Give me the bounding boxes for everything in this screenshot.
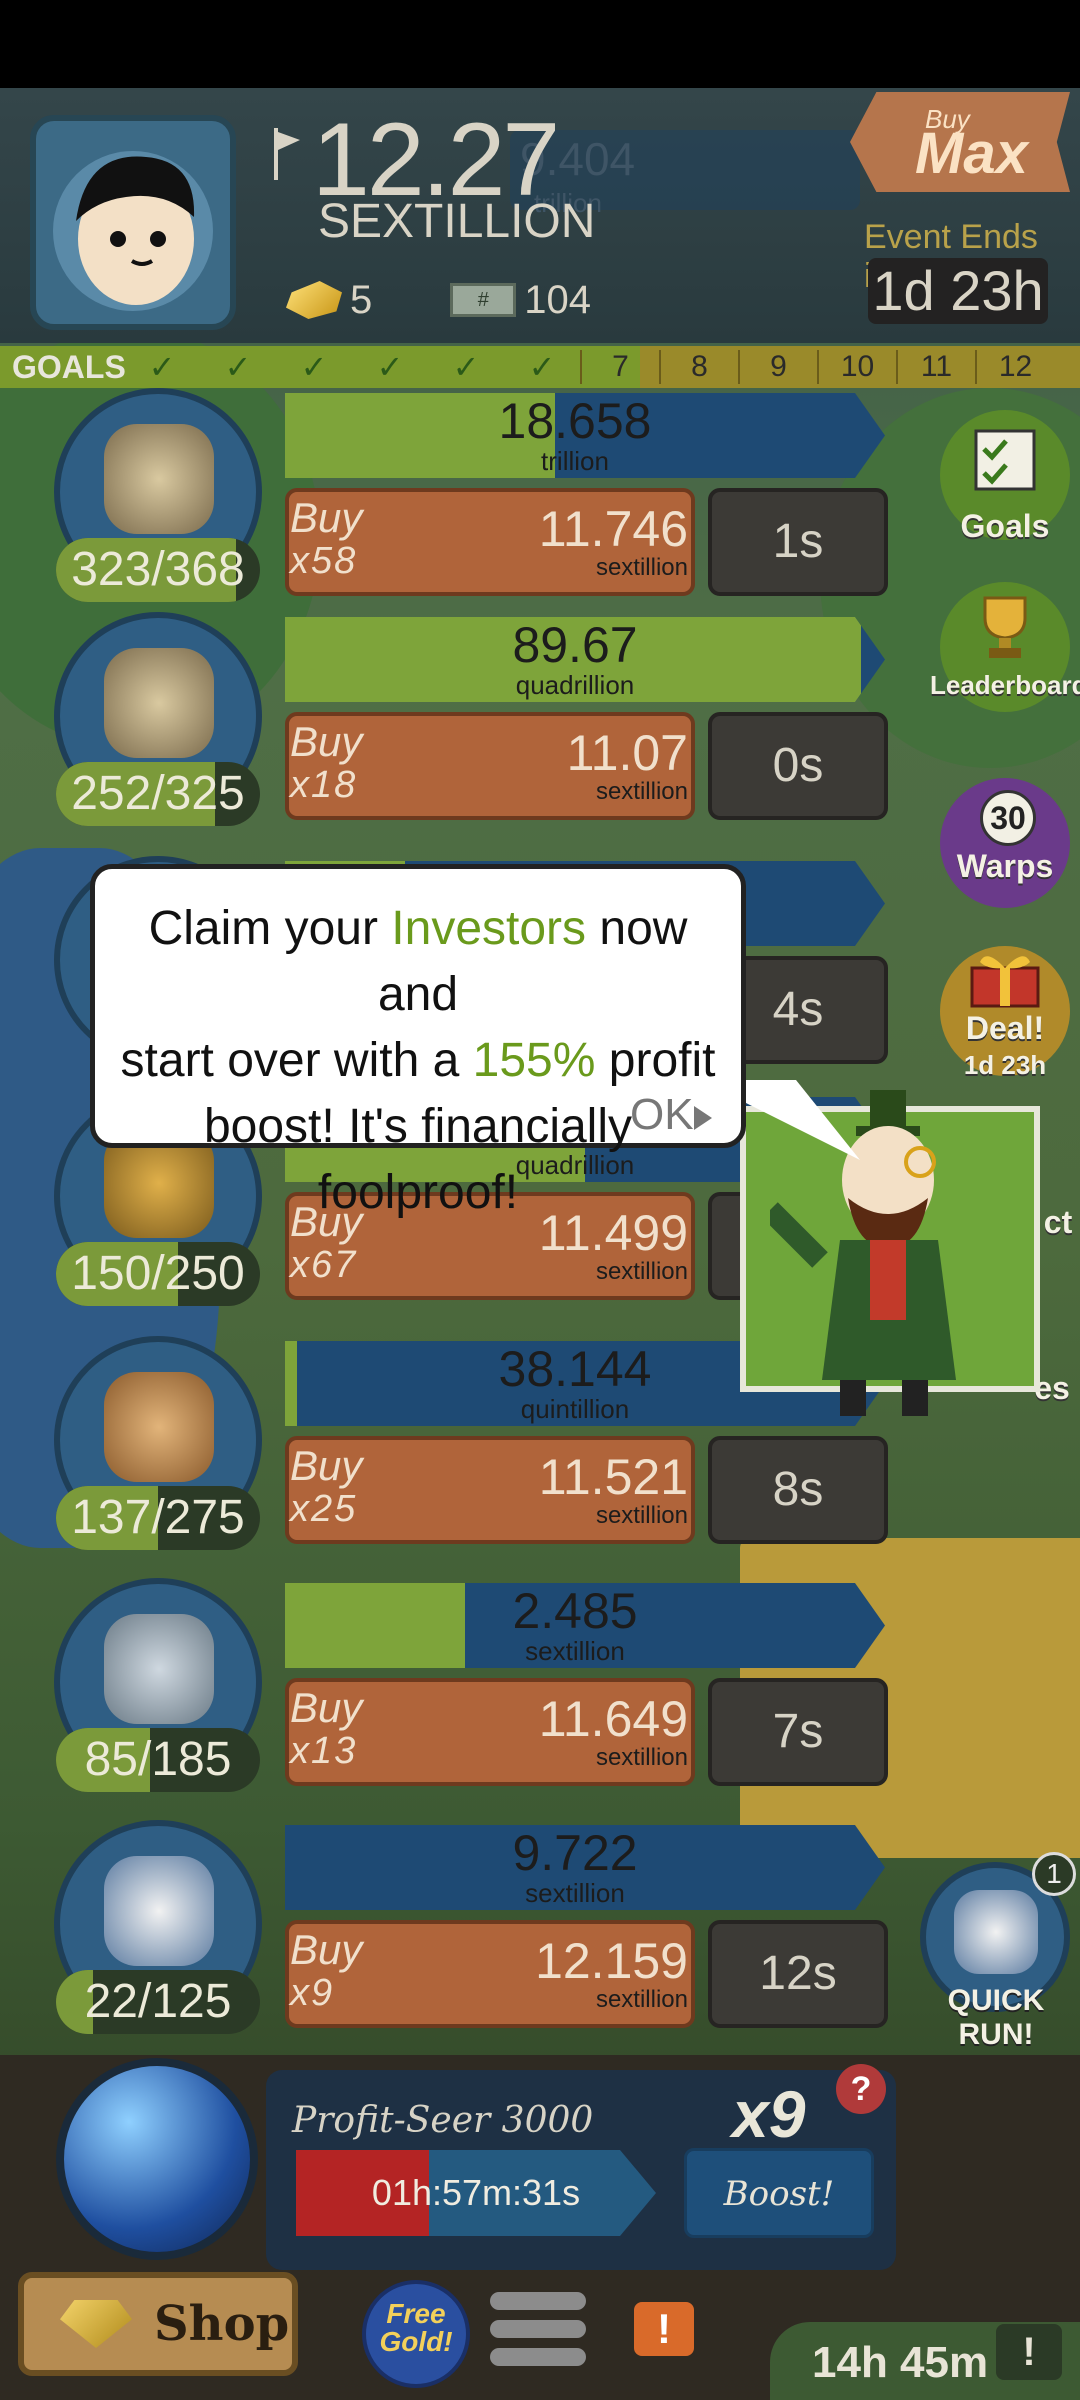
game-screen: 9.404 trillion 12.27 SEXTILLION 5 # 104 … [0, 0, 1080, 2400]
overlay-dim [0, 0, 1080, 2400]
